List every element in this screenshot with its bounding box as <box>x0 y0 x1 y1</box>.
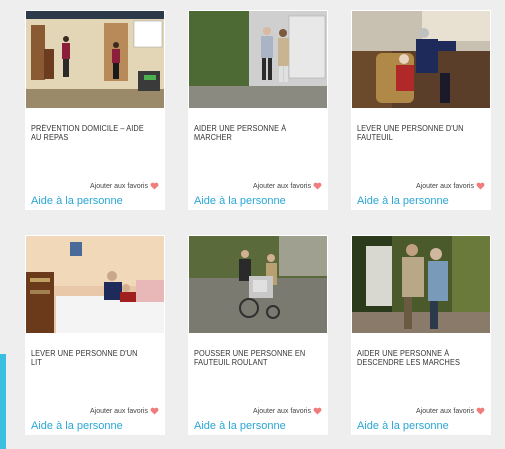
heart-icon <box>150 182 159 190</box>
add-favorite-button[interactable]: Ajouter aux favoris <box>253 182 322 190</box>
video-card[interactable]: AIDER UNE PERSONNE À DESCENDRE LES MARCH… <box>351 235 491 435</box>
heart-icon <box>476 407 485 415</box>
heart-icon <box>313 407 322 415</box>
video-thumbnail-icon[interactable] <box>352 236 490 333</box>
add-favorite-button[interactable]: Ajouter aux favoris <box>253 407 322 415</box>
video-card[interactable]: POUSSER UNE PERSONNE EN FAUTEUIL ROULANT… <box>188 235 328 435</box>
video-title: AIDER UNE PERSONNE À DESCENDRE LES MARCH… <box>357 349 460 367</box>
category-link[interactable]: Aide à la personne <box>31 420 123 432</box>
favorite-label: Ajouter aux favoris <box>416 407 474 415</box>
video-card[interactable]: AIDER UNE PERSONNE À MARCHER Ajouter aux… <box>188 10 328 210</box>
add-favorite-button[interactable]: Ajouter aux favoris <box>416 407 485 415</box>
left-accent-bar <box>0 354 6 449</box>
heart-icon <box>313 182 322 190</box>
video-card[interactable]: LEVER UNE PERSONNE D'UN FAUTEUIL Ajouter… <box>351 10 491 210</box>
favorite-label: Ajouter aux favoris <box>253 182 311 190</box>
favorite-label: Ajouter aux favoris <box>416 182 474 190</box>
category-link[interactable]: Aide à la personne <box>31 195 123 207</box>
heart-icon <box>476 182 485 190</box>
video-card[interactable]: LEVER UNE PERSONNE D'UN LIT Ajouter aux … <box>25 235 165 435</box>
video-title: PRÉVENTION DOMICILE – AIDE AU REPAS <box>31 124 144 142</box>
category-link[interactable]: Aide à la personne <box>194 195 286 207</box>
favorite-label: Ajouter aux favoris <box>253 407 311 415</box>
video-thumbnail-icon[interactable] <box>189 236 327 333</box>
video-grid: PRÉVENTION DOMICILE – AIDE AU REPAS Ajou… <box>25 10 491 435</box>
video-thumbnail-icon[interactable] <box>26 11 164 108</box>
video-thumbnail-icon[interactable] <box>189 11 327 108</box>
add-favorite-button[interactable]: Ajouter aux favoris <box>90 407 159 415</box>
favorite-label: Ajouter aux favoris <box>90 182 148 190</box>
add-favorite-button[interactable]: Ajouter aux favoris <box>416 182 485 190</box>
video-title: POUSSER UNE PERSONNE EN FAUTEUIL ROULANT <box>194 349 306 367</box>
video-title: AIDER UNE PERSONNE À MARCHER <box>194 124 287 142</box>
video-thumbnail-icon[interactable] <box>352 11 490 108</box>
video-title: LEVER UNE PERSONNE D'UN FAUTEUIL <box>357 124 464 142</box>
video-title: LEVER UNE PERSONNE D'UN LIT <box>31 349 138 367</box>
video-thumbnail-icon[interactable] <box>26 236 164 333</box>
category-link[interactable]: Aide à la personne <box>357 420 449 432</box>
video-card[interactable]: PRÉVENTION DOMICILE – AIDE AU REPAS Ajou… <box>25 10 165 210</box>
add-favorite-button[interactable]: Ajouter aux favoris <box>90 182 159 190</box>
heart-icon <box>150 407 159 415</box>
category-link[interactable]: Aide à la personne <box>194 420 286 432</box>
category-link[interactable]: Aide à la personne <box>357 195 449 207</box>
favorite-label: Ajouter aux favoris <box>90 407 148 415</box>
